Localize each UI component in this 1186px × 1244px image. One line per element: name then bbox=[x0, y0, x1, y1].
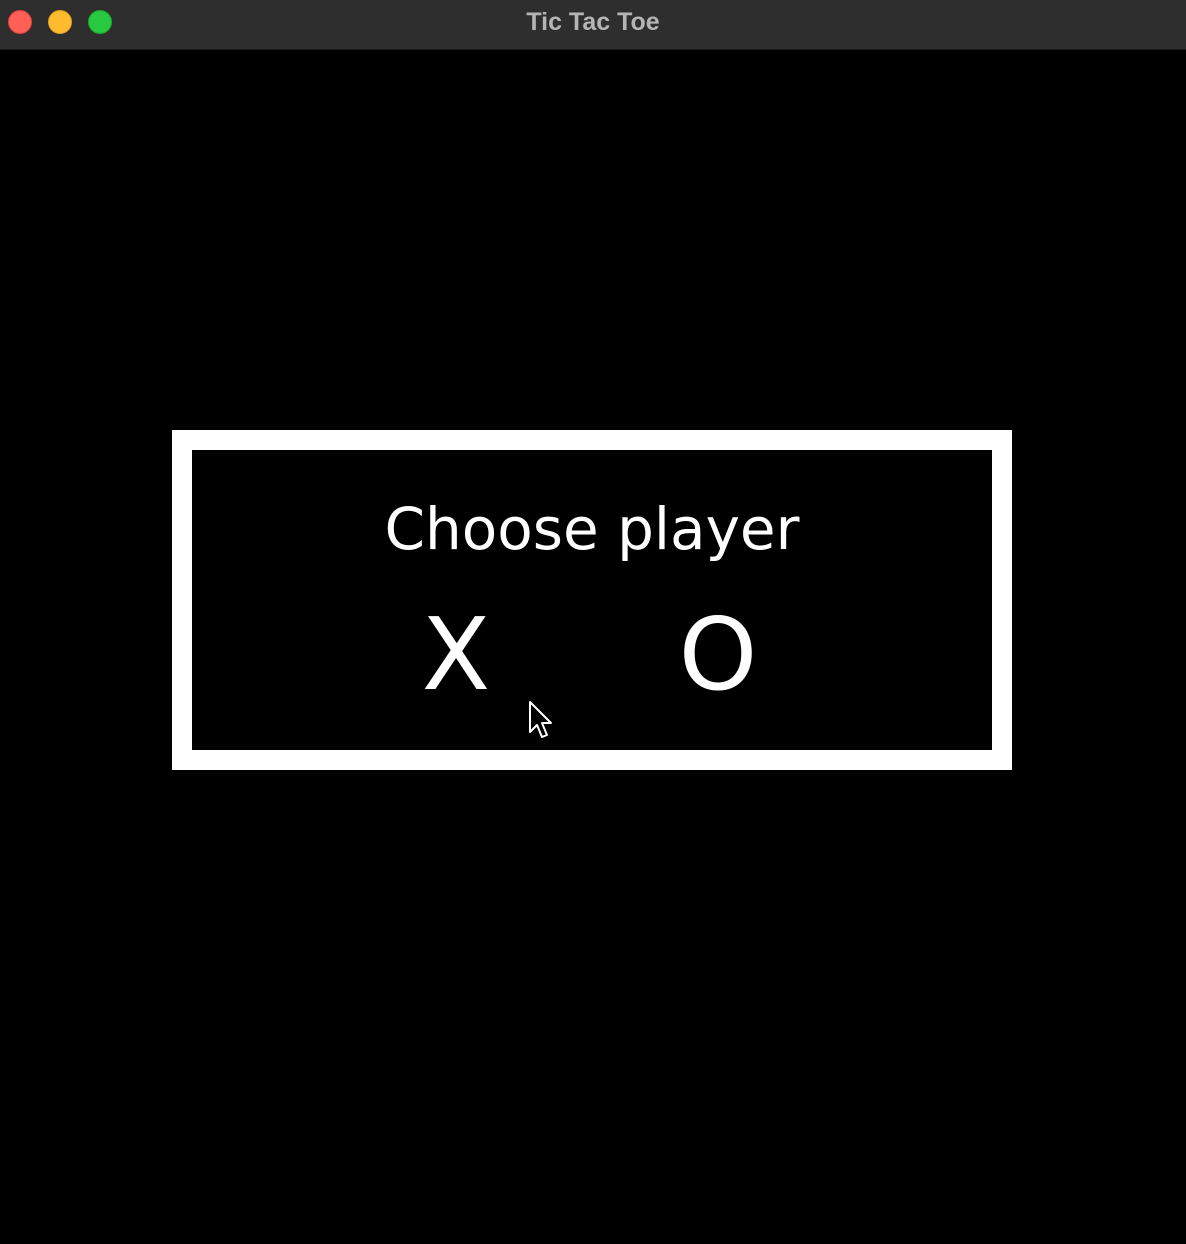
title-bar[interactable]: Tic Tac Toe bbox=[0, 0, 1186, 50]
app-window: Tic Tac Toe Choose player X O bbox=[0, 0, 1186, 1244]
choose-o-button[interactable]: O bbox=[658, 600, 778, 710]
game-canvas: Choose player X O bbox=[0, 50, 1186, 1244]
dialog-body: Choose player X O bbox=[192, 450, 992, 750]
choose-player-dialog: Choose player X O bbox=[172, 430, 1012, 770]
window-title: Tic Tac Toe bbox=[526, 8, 660, 36]
arrow-pointer-icon bbox=[529, 701, 552, 738]
choose-player-prompt: Choose player bbox=[384, 495, 800, 563]
choose-x-button[interactable]: X bbox=[396, 600, 516, 710]
